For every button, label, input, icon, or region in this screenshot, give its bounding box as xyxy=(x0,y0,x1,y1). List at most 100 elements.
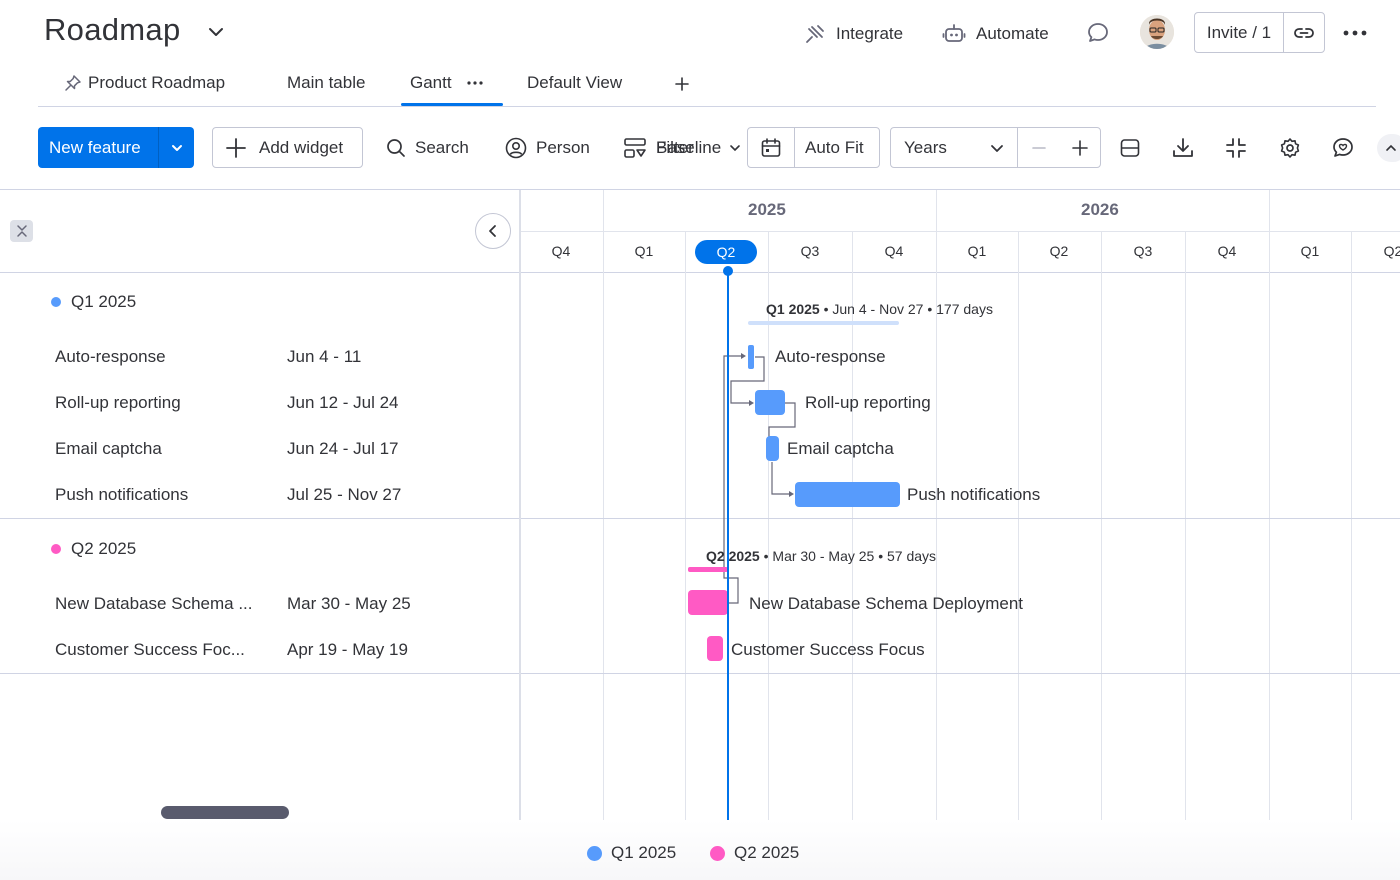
quarter-label: Q2 xyxy=(1049,243,1069,259)
board-title[interactable]: Roadmap xyxy=(44,12,181,48)
person-filter-button[interactable]: Person xyxy=(505,127,590,168)
baseline-icon xyxy=(623,137,647,159)
summary-detail: • Mar 30 - May 25 • 57 days xyxy=(763,548,937,564)
item-dates[interactable]: Mar 30 - May 25 xyxy=(287,594,411,614)
gantt-bar-label: Roll-up reporting xyxy=(805,393,931,412)
tab-options-icon[interactable] xyxy=(466,79,484,87)
gantt-bar-label: Auto-response xyxy=(775,347,886,366)
item-dates[interactable]: Jun 24 - Jul 17 xyxy=(287,439,399,459)
item-name[interactable]: Email captcha xyxy=(55,439,265,459)
user-avatar[interactable] xyxy=(1140,15,1174,49)
add-view-plus-icon[interactable] xyxy=(675,77,689,91)
legend-item-q1-2025: Q1 2025 xyxy=(587,843,676,863)
legend-label: Q2 2025 xyxy=(734,843,800,862)
item-dates[interactable]: Jun 12 - Jul 24 xyxy=(287,393,399,413)
toolbar-divider xyxy=(0,189,1400,190)
collapse-left-pane-chevron-icon[interactable] xyxy=(475,213,511,249)
gantt-bar[interactable] xyxy=(766,436,779,461)
tab-main-table[interactable]: Main table xyxy=(287,71,365,95)
item-dates[interactable]: Jul 25 - Nov 27 xyxy=(287,485,401,505)
filter-baseline-button[interactable]: Filter Baseline xyxy=(623,127,741,168)
board-menu-chevron-icon[interactable] xyxy=(206,22,226,42)
person-label: Person xyxy=(536,137,590,157)
automate-button[interactable]: Automate xyxy=(942,20,1049,48)
copy-link-icon[interactable] xyxy=(1284,22,1324,44)
group-title-q1-2025[interactable]: Q1 2025 xyxy=(51,292,136,312)
gantt-bar[interactable] xyxy=(707,636,723,661)
search-icon xyxy=(386,138,406,158)
item-name[interactable]: New Database Schema ... xyxy=(55,594,265,614)
tab-label: Default View xyxy=(527,73,623,92)
year-label: 2025 xyxy=(748,200,786,219)
person-icon xyxy=(505,137,527,159)
item-name[interactable]: Customer Success Foc... xyxy=(55,640,265,660)
updates-chat-icon[interactable] xyxy=(1086,21,1110,45)
toggle-grouping-icon[interactable] xyxy=(1114,132,1146,164)
header-bottom-divider xyxy=(0,272,1400,273)
legend-item-q2-2025: Q2 2025 xyxy=(710,843,799,863)
gantt-bar[interactable] xyxy=(688,590,728,615)
auto-fit-button[interactable]: Auto Fit xyxy=(795,138,864,158)
quarter-label: Q3 xyxy=(1133,243,1153,259)
pin-icon xyxy=(64,74,82,92)
integrate-icon xyxy=(804,23,826,45)
search-button[interactable]: Search xyxy=(386,127,469,168)
legend-label: Q1 2025 xyxy=(611,843,677,862)
invite-button[interactable]: Invite / 1 xyxy=(1195,13,1284,52)
grid-line xyxy=(1101,231,1102,820)
year-label: 2026 xyxy=(1081,200,1119,219)
timeline-scale-select[interactable]: Years xyxy=(891,128,1019,167)
group-summary-label: Q2 2025 • Mar 30 - May 25 • 57 days xyxy=(706,548,936,564)
zoom-out-minus-icon[interactable] xyxy=(1018,141,1059,155)
gantt-bar[interactable] xyxy=(748,345,754,369)
quarter-label: Q1 xyxy=(1300,243,1320,259)
group-summary-bar[interactable] xyxy=(748,321,899,325)
tab-gantt[interactable]: Gantt xyxy=(410,71,484,95)
add-widget-button[interactable]: Add widget xyxy=(212,127,363,168)
group-color-dot xyxy=(51,544,61,554)
more-options-icon[interactable] xyxy=(1342,23,1368,43)
item-name[interactable]: Push notifications xyxy=(55,485,265,505)
item-dates[interactable]: Apr 19 - May 19 xyxy=(287,640,408,660)
item-dates[interactable]: Jun 4 - 11 xyxy=(287,347,361,367)
group-title-q2-2025[interactable]: Q2 2025 xyxy=(51,539,136,559)
tab-label: Product Roadmap xyxy=(88,73,226,92)
group-summary-bar[interactable] xyxy=(688,567,728,572)
baseline-label: Baseline xyxy=(656,137,722,157)
group-name: Q2 2025 xyxy=(71,539,137,558)
calendar-icon[interactable] xyxy=(748,128,795,167)
feedback-chat-icon[interactable] xyxy=(1327,132,1359,164)
gantt-bar-label: Email captcha xyxy=(787,439,894,458)
zoom-in-plus-icon[interactable] xyxy=(1059,139,1100,156)
new-feature-button[interactable]: New feature xyxy=(38,127,159,168)
scale-chevron-icon xyxy=(989,140,1005,156)
item-name[interactable]: Auto-response xyxy=(55,347,265,367)
grid-line xyxy=(603,190,604,820)
gantt-bar-label: Customer Success Focus xyxy=(731,640,925,659)
grid-line xyxy=(852,231,853,820)
item-name[interactable]: Roll-up reporting xyxy=(55,393,265,413)
integrate-button[interactable]: Integrate xyxy=(804,20,903,48)
active-tab-indicator xyxy=(401,103,503,106)
new-item-dropdown-chevron-icon[interactable] xyxy=(159,127,194,168)
download-icon[interactable] xyxy=(1167,132,1199,164)
horizontal-scrollbar-thumb[interactable] xyxy=(161,806,289,819)
scale-value: Years xyxy=(904,137,947,157)
new-item-button-group: New feature xyxy=(38,127,194,168)
grid-line xyxy=(1018,231,1019,820)
quarter-label: Q1 xyxy=(967,243,987,259)
gantt-bar[interactable] xyxy=(795,482,900,507)
tab-default-view[interactable]: Default View xyxy=(527,71,622,95)
collapse-fullscreen-icon[interactable] xyxy=(1220,132,1252,164)
collapse-all-icon[interactable] xyxy=(10,220,33,242)
quarter-label: Q1 xyxy=(634,243,654,259)
scale-selector-group: Years xyxy=(890,127,1101,168)
summary-group-name: Q1 2025 xyxy=(766,301,820,317)
gantt-bar-label: Push notifications xyxy=(907,485,1041,504)
quarter-label: Q2 xyxy=(1383,243,1400,259)
settings-gear-icon[interactable] xyxy=(1274,132,1306,164)
group-summary-label: Q1 2025 • Jun 4 - Nov 27 • 177 days xyxy=(766,301,993,317)
collapse-toolbar-chevron-icon[interactable] xyxy=(1377,134,1400,162)
tab-product-roadmap[interactable]: Product Roadmap xyxy=(64,71,225,95)
gantt-bar[interactable] xyxy=(755,390,785,415)
